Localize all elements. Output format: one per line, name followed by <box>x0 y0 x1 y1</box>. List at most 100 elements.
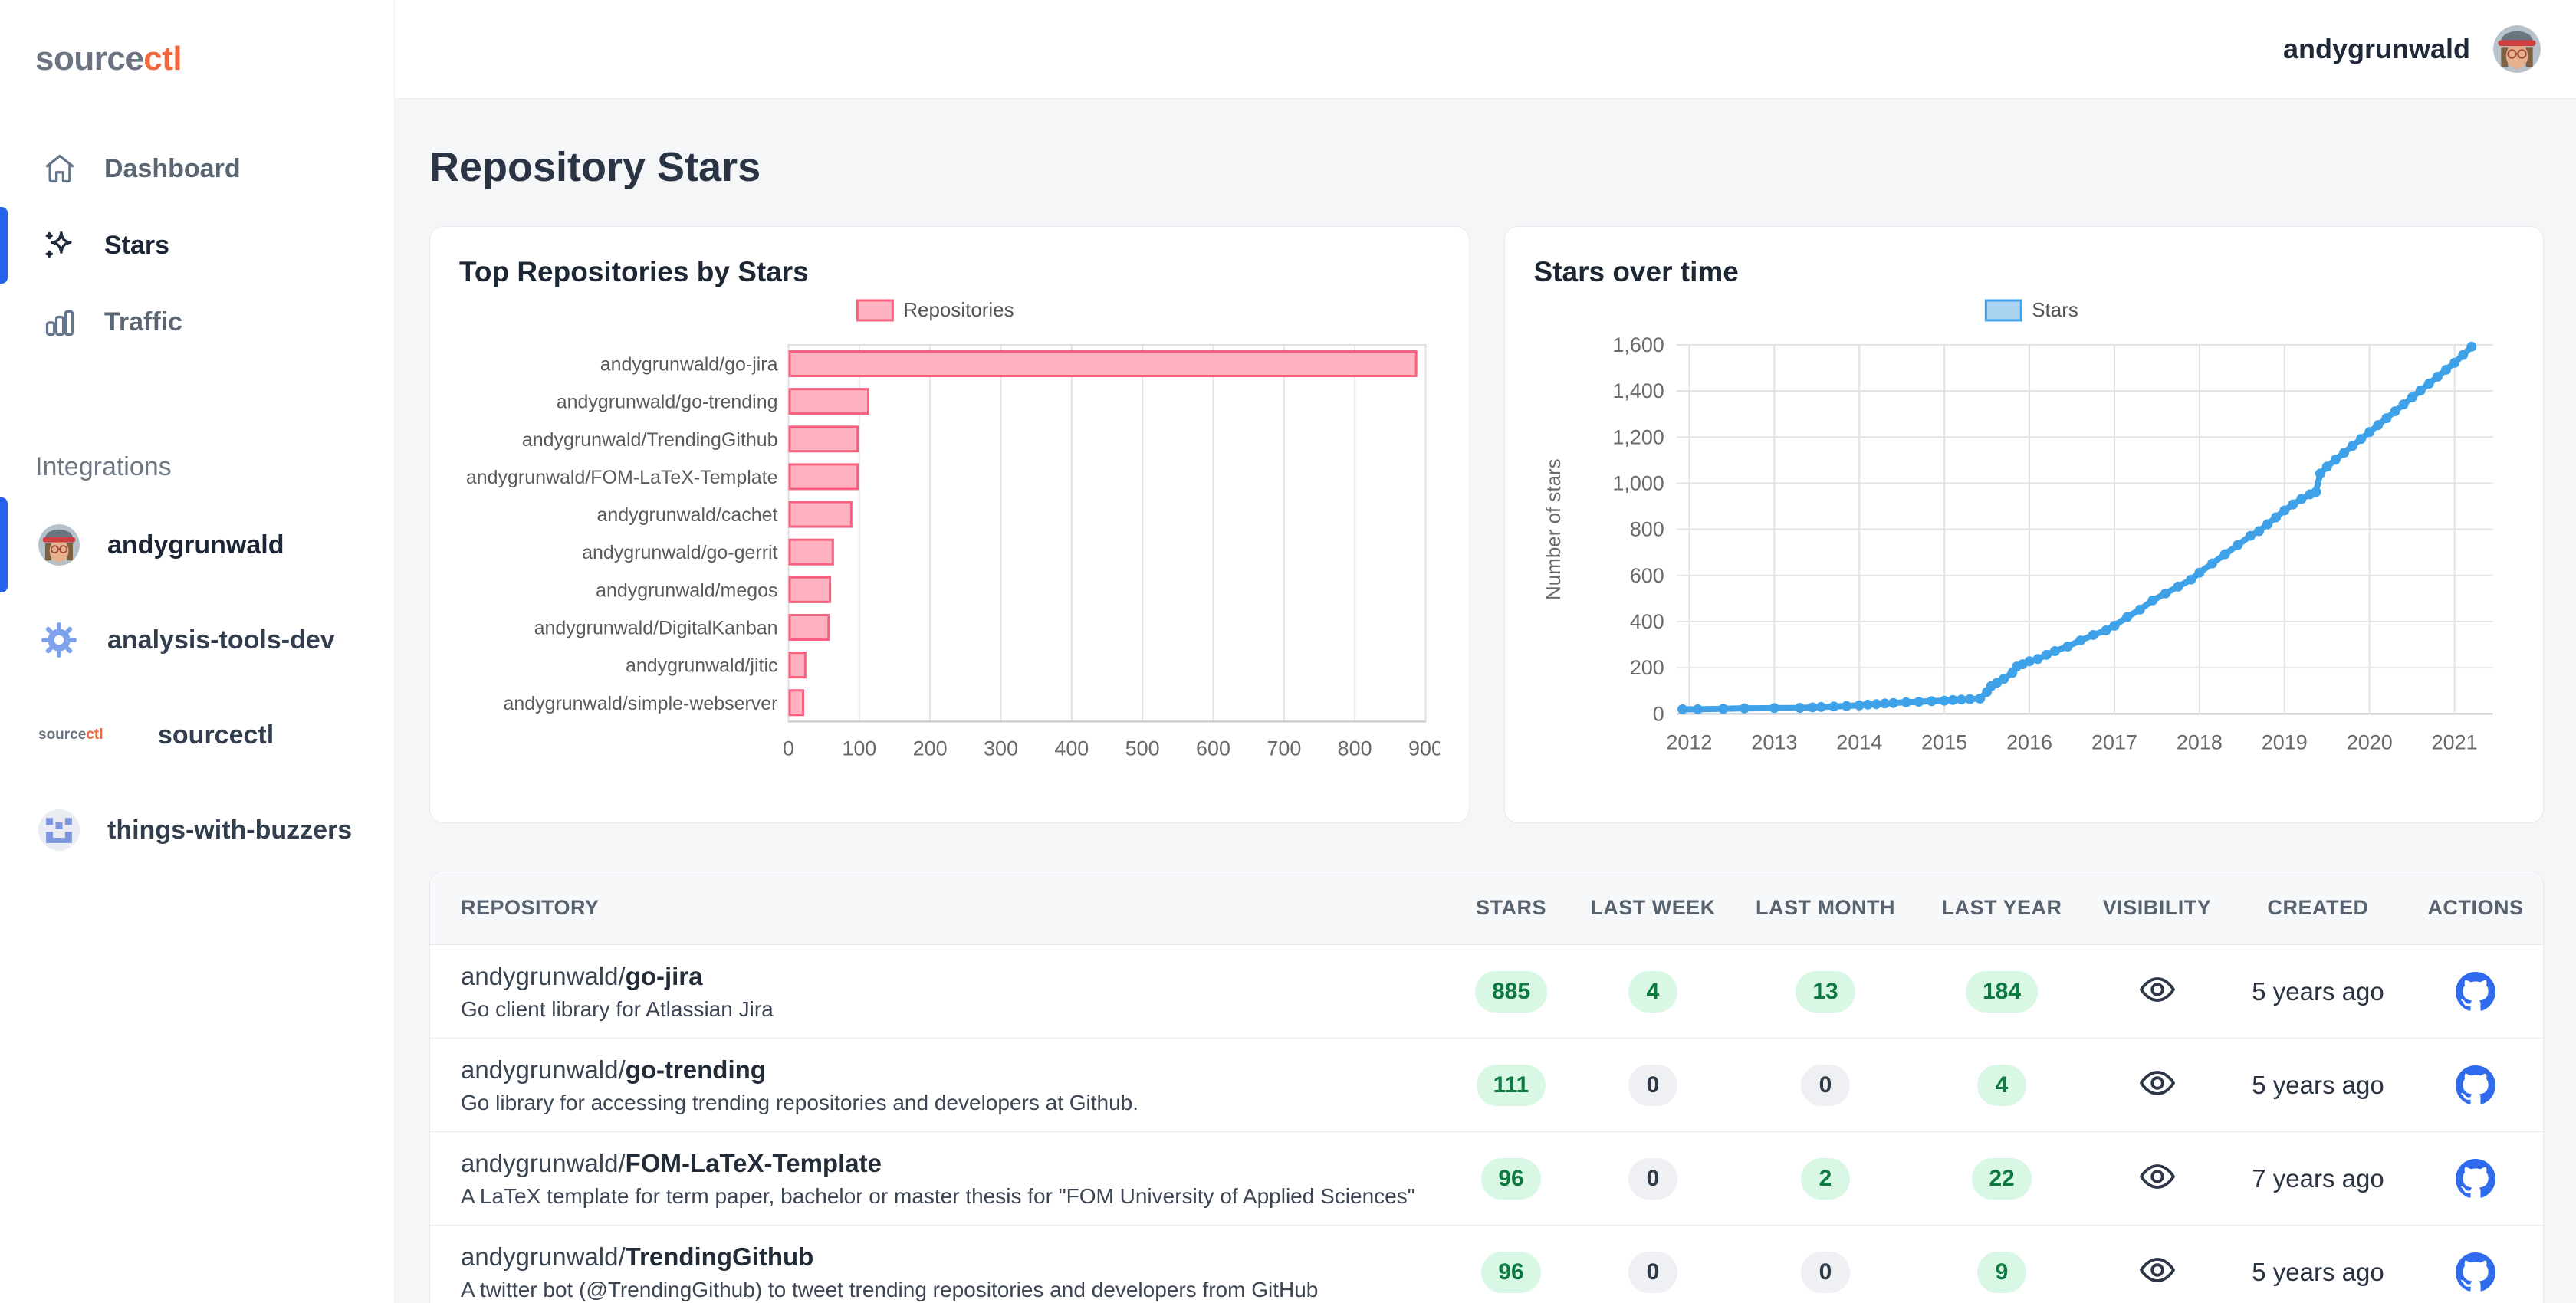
brand-logo[interactable]: sourcectl <box>0 0 394 78</box>
svg-text:800: 800 <box>1338 737 1372 760</box>
visibility-cell <box>2086 1252 2228 1292</box>
count-badge: 2 <box>1801 1158 1850 1200</box>
svg-text:2014: 2014 <box>1836 730 1882 753</box>
last-year-cell: 4 <box>1917 1065 2086 1106</box>
svg-text:andygrunwald/FOM-LaTeX-Templat: andygrunwald/FOM-LaTeX-Template <box>466 467 778 488</box>
app-root: sourcectl Dashboard Stars Traffic <box>0 0 2576 1303</box>
svg-text:400: 400 <box>1629 610 1664 633</box>
repository-cell[interactable]: andygrunwald/go-trending Go library for a… <box>461 1055 1450 1115</box>
column-header-stars: STARS <box>1450 896 1572 920</box>
visibility-cell <box>2086 1065 2228 1105</box>
visibility-cell <box>2086 1158 2228 1199</box>
count-badge: 0 <box>1628 1158 1677 1200</box>
table-row: andygrunwald/FOM-LaTeX-TemplateA LaTeX t… <box>430 1132 2543 1226</box>
last-month-cell: 0 <box>1733 1252 1917 1293</box>
brand-logo-primary: source <box>35 40 143 77</box>
repository-cell[interactable]: andygrunwald/FOM-LaTeX-TemplateA LaTeX t… <box>461 1149 1450 1209</box>
table-header: REPOSITORY STARS LAST WEEK LAST MONTH LA… <box>430 871 2543 945</box>
top-repositories-card: Top Repositories by Stars Repositories 0 1… <box>429 226 1470 823</box>
sidebar-item-dashboard[interactable]: Dashboard <box>0 130 394 207</box>
svg-text:Number of stars: Number of stars <box>1541 458 1564 600</box>
github-icon[interactable] <box>2456 1065 2496 1105</box>
created-text: 7 years ago <box>2252 1164 2384 1193</box>
topbar-avatar[interactable] <box>2493 25 2541 73</box>
bar-chart-icon <box>43 305 77 339</box>
svg-text:0: 0 <box>783 737 794 760</box>
repository-name: andygrunwald/FOM-LaTeX-Template <box>461 1149 1450 1178</box>
stars-cell: 96 <box>1450 1252 1572 1293</box>
sidebar-nav: Dashboard Stars Traffic <box>0 130 394 360</box>
svg-text:1,400: 1,400 <box>1612 379 1664 402</box>
column-header-last-week: LAST WEEK <box>1572 896 1733 920</box>
count-badge: 4 <box>1628 971 1677 1013</box>
svg-text:andygrunwald/go-gerrit: andygrunwald/go-gerrit <box>582 542 777 563</box>
count-badge: 0 <box>1628 1252 1677 1293</box>
column-header-actions: ACTIONS <box>2408 896 2543 920</box>
active-indicator <box>0 497 8 592</box>
svg-text:1,000: 1,000 <box>1612 471 1664 494</box>
github-icon[interactable] <box>2456 972 2496 1012</box>
integration-analysis-tools-dev[interactable]: analysis-tools-dev <box>0 592 394 688</box>
bar-chart-title: Top Repositories by Stars <box>459 256 1440 288</box>
integration-sourcectl[interactable]: sourcectl sourcectl <box>0 688 394 783</box>
repository-cell[interactable]: andygrunwald/go-jiraGo client library fo… <box>461 962 1450 1022</box>
eye-icon <box>2139 1065 2176 1105</box>
count-badge: 0 <box>1801 1065 1850 1106</box>
last-week-cell: 0 <box>1572 1158 1733 1200</box>
svg-text:200: 200 <box>913 737 948 760</box>
svg-text:300: 300 <box>984 737 1018 760</box>
svg-text:600: 600 <box>1196 737 1230 760</box>
eye-icon <box>2139 971 2176 1012</box>
created-cell: 5 years ago <box>2228 977 2408 1006</box>
integration-andygrunwald[interactable]: andygrunwald <box>0 497 394 592</box>
actions-cell <box>2408 1065 2543 1105</box>
sidebar-item-traffic[interactable]: Traffic <box>0 284 394 360</box>
sparkles-icon <box>43 228 77 262</box>
table-body: andygrunwald/go-jiraGo client library fo… <box>430 945 2543 1303</box>
last-week-cell: 4 <box>1572 971 1733 1013</box>
sidebar-item-label: Dashboard <box>104 154 241 184</box>
svg-text:1,600: 1,600 <box>1612 333 1664 356</box>
count-badge: 184 <box>1966 971 2038 1013</box>
count-badge: 9 <box>1977 1252 2026 1293</box>
count-badge: 4 <box>1977 1065 2026 1106</box>
integration-things-with-buzzers[interactable]: things-with-buzzers <box>0 783 394 878</box>
topbar-username[interactable]: andygrunwald <box>2283 33 2470 65</box>
last-month-cell: 2 <box>1733 1158 1917 1200</box>
integration-label: things-with-buzzers <box>107 816 352 845</box>
column-header-visibility: VISIBILITY <box>2086 896 2228 920</box>
home-icon <box>43 152 77 185</box>
repository-name: andygrunwald/go-trending <box>461 1055 1450 1085</box>
svg-text:andygrunwald/megos: andygrunwald/megos <box>596 579 777 601</box>
svg-text:2018: 2018 <box>2176 730 2222 753</box>
svg-text:400: 400 <box>1054 737 1089 760</box>
repository-cell[interactable]: andygrunwald/TrendingGithubA twitter bot… <box>461 1242 1450 1302</box>
page-title: Repository Stars <box>429 143 2544 191</box>
last-year-cell: 184 <box>1917 971 2086 1013</box>
topbar: andygrunwald <box>395 0 2576 99</box>
github-icon[interactable] <box>2456 1252 2496 1292</box>
integrations-heading: Integrations <box>35 452 394 482</box>
svg-text:600: 600 <box>1629 564 1664 587</box>
last-week-cell: 0 <box>1572 1252 1733 1293</box>
svg-text:700: 700 <box>1267 737 1301 760</box>
sidebar-item-stars[interactable]: Stars <box>0 207 394 284</box>
integration-label: sourcectl <box>158 720 274 750</box>
created-cell: 5 years ago <box>2228 1258 2408 1287</box>
table-row: andygrunwald/go-jiraGo client library fo… <box>430 945 2543 1039</box>
created-text: 5 years ago <box>2252 977 2384 1006</box>
svg-text:andygrunwald/TrendingGithub: andygrunwald/TrendingGithub <box>522 429 778 451</box>
created-cell: 7 years ago <box>2228 1164 2408 1193</box>
svg-text:andygrunwald/go-jira: andygrunwald/go-jira <box>600 353 778 375</box>
count-badge: 0 <box>1801 1252 1850 1293</box>
repository-description: Go library for accessing trending reposi… <box>461 1091 1450 1115</box>
svg-text:Stars: Stars <box>2032 298 2078 321</box>
brand-logo-accent: ctl <box>143 40 182 77</box>
svg-text:Repositories: Repositories <box>903 298 1014 321</box>
github-icon[interactable] <box>2456 1159 2496 1199</box>
last-week-cell: 0 <box>1572 1065 1733 1106</box>
repository-description: Go client library for Atlassian Jira <box>461 997 1450 1022</box>
stars-over-time-card: Stars over time Stars02004006008001,0001… <box>1504 226 2545 823</box>
stars-cell: 885 <box>1450 971 1572 1013</box>
svg-text:100: 100 <box>842 737 876 760</box>
